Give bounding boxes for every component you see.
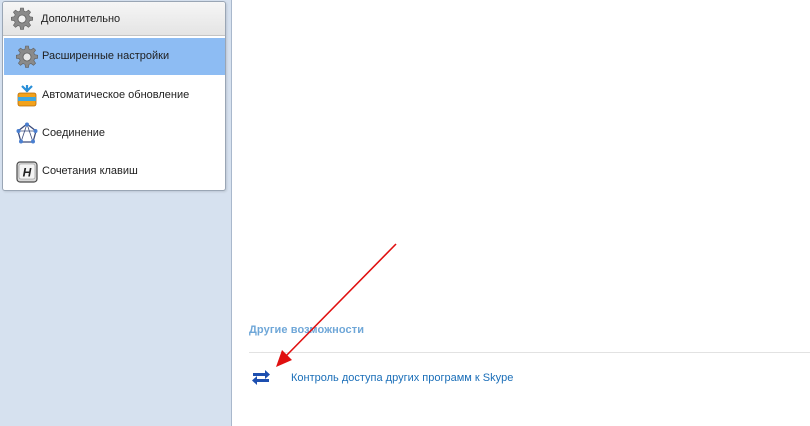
panel-header[interactable]: Дополнительно — [3, 2, 225, 36]
divider — [249, 352, 810, 353]
sidebar-item-auto-update[interactable]: Автоматическое обновление — [4, 77, 225, 114]
sidebar-item-label: Сочетания клавиш — [42, 165, 138, 177]
connection-icon — [16, 122, 38, 144]
sidebar-item-advanced-settings[interactable]: Расширенные настройки — [4, 38, 225, 75]
app-access-control-link[interactable]: Контроль доступа других программ к Skype — [291, 372, 513, 384]
update-box-icon — [17, 85, 37, 107]
sidebar-item-connection[interactable]: Соединение — [4, 115, 225, 152]
sidebar-item-label: Автоматическое обновление — [42, 89, 190, 101]
settings-nav-panel: Дополнительно Расширенные настройки Авто… — [2, 1, 226, 191]
hotkey-h-icon: H — [16, 161, 38, 183]
sidebar-item-hotkeys[interactable]: H Сочетания клавиш — [4, 153, 225, 190]
section-title: Другие возможности — [249, 324, 365, 336]
gear-icon — [11, 7, 33, 30]
panel-header-title: Дополнительно — [41, 13, 121, 25]
svg-text:H: H — [23, 166, 32, 180]
sidebar: Дополнительно Расширенные настройки Авто… — [0, 0, 232, 426]
gear-icon — [16, 45, 38, 68]
sidebar-item-label: Соединение — [42, 127, 106, 139]
transfer-arrows-icon — [252, 370, 270, 385]
sidebar-item-label: Расширенные настройки — [42, 50, 170, 62]
